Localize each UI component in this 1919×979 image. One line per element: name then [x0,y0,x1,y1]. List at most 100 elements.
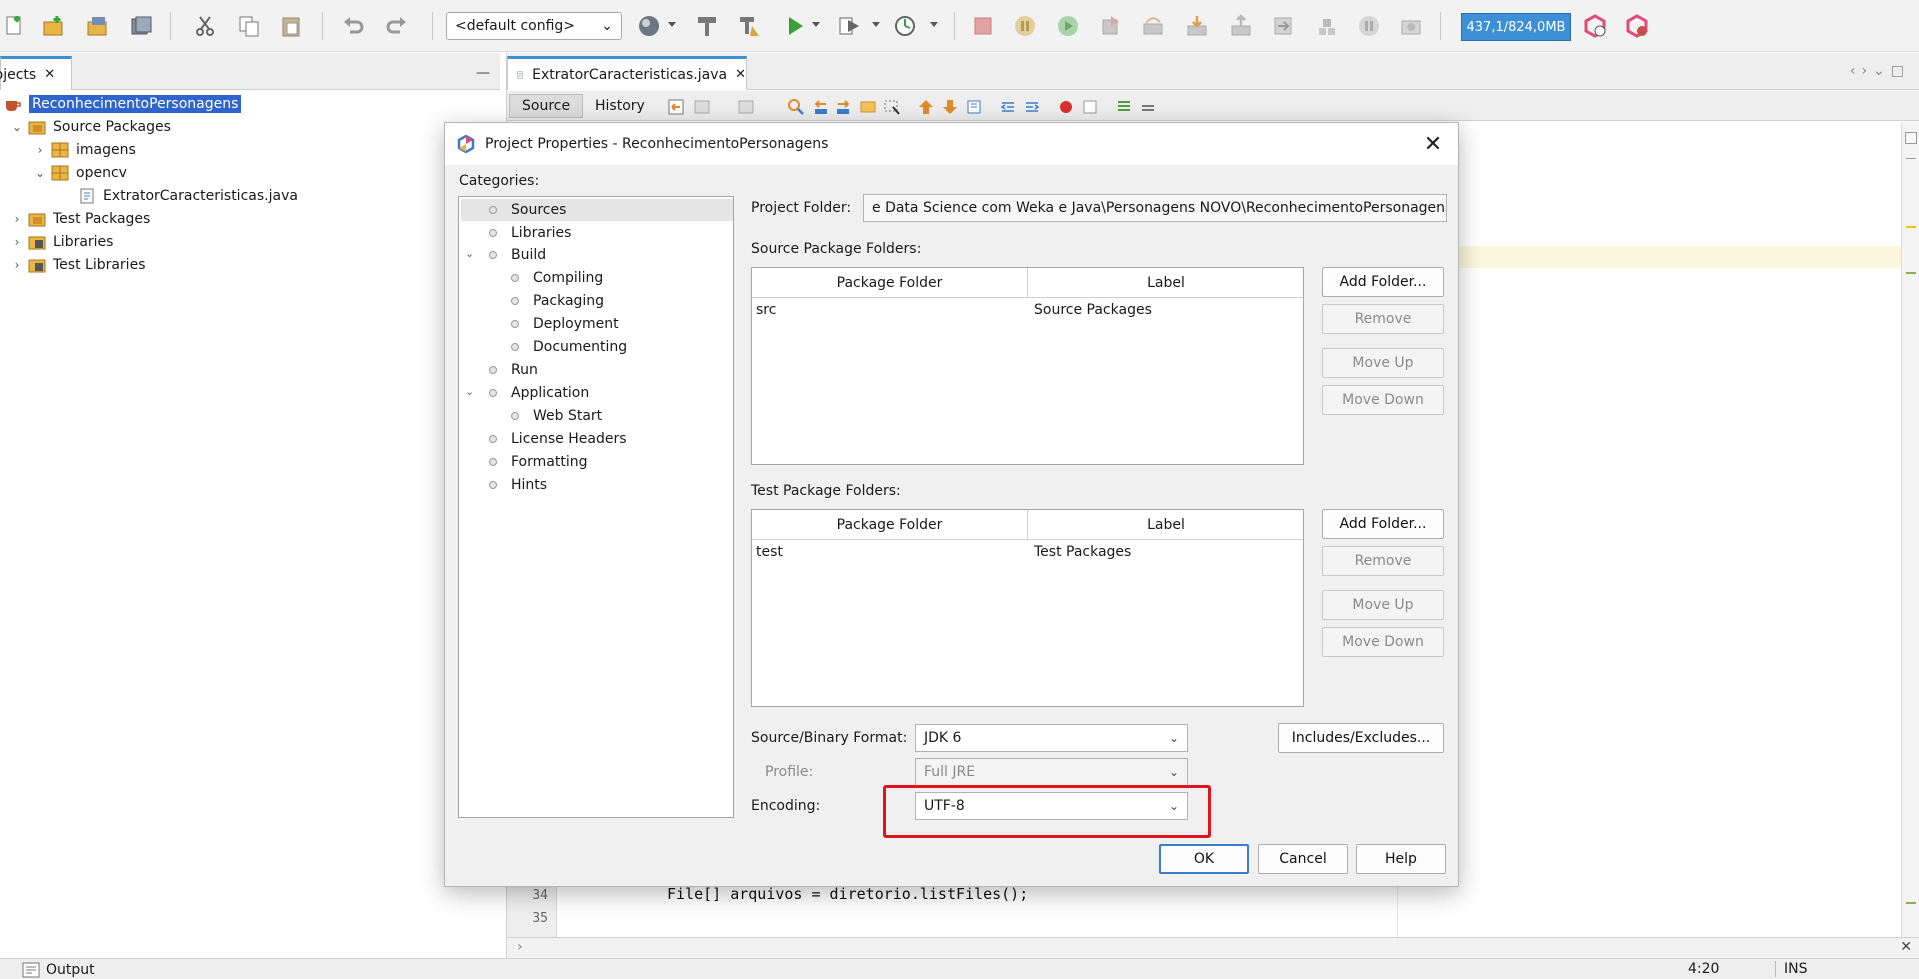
table-cell[interactable]: test [756,544,783,560]
forward-icon[interactable] [737,98,755,116]
category-run[interactable]: Run [489,359,538,381]
apply-changes-icon[interactable] [1314,13,1340,39]
step-out-icon[interactable] [1228,13,1254,39]
move-up-test-button[interactable]: Move Up [1322,590,1444,620]
clean-build-icon[interactable] [736,13,762,39]
save-all-icon[interactable] [128,13,154,39]
new-project-icon[interactable] [40,13,66,39]
profiler-settings-icon[interactable] [1624,13,1650,39]
step-icon[interactable] [1098,13,1124,39]
chevron-down-icon[interactable]: ⌄ [33,166,47,180]
memory-indicator[interactable]: 437,1/824,0MB [1461,13,1571,41]
record-macro-icon[interactable] [1057,98,1075,116]
table-cell[interactable]: Source Packages [1034,302,1152,318]
tab-history[interactable]: History [583,94,657,118]
category-documenting[interactable]: Documenting [511,336,627,358]
chevron-right-icon[interactable]: › [10,212,24,226]
build-icon[interactable] [694,13,720,39]
move-down-test-button[interactable]: Move Down [1322,627,1444,657]
chevron-right-icon[interactable]: › [517,939,523,955]
previous-bookmark-icon[interactable] [917,98,935,116]
minimize-icon[interactable]: — [476,65,490,81]
editor-nav-controls[interactable]: ‹›⌄□ [1850,63,1910,79]
cut-icon[interactable] [192,13,218,39]
step-into-icon[interactable] [1184,13,1210,39]
column-header-label[interactable]: Label [1028,510,1304,540]
category-formatting[interactable]: Formatting [489,451,587,473]
globe-icon[interactable] [636,13,662,39]
shift-left-icon[interactable] [999,98,1017,116]
category-packaging[interactable]: Packaging [511,290,604,312]
chevron-down-icon[interactable] [812,22,820,27]
remove-test-folder-button[interactable]: Remove [1322,546,1444,576]
run-icon[interactable] [782,13,808,39]
table-cell[interactable]: src [756,302,776,318]
gc-icon[interactable] [1398,13,1424,39]
source-folders-table[interactable]: Package Folder Label src Source Packages [751,267,1304,465]
chevron-right-icon[interactable]: › [10,258,24,272]
category-compiling[interactable]: Compiling [511,267,603,289]
tree-item-libraries[interactable]: › Libraries [10,231,114,253]
comment-icon[interactable] [1115,98,1133,116]
tree-item-java-file[interactable]: ExtratorCaracteristicas.java [78,185,298,207]
snapshot-icon[interactable] [1356,13,1382,39]
close-icon[interactable]: ✕ [44,67,55,82]
uncomment-icon[interactable] [1139,98,1157,116]
tree-item-project[interactable]: ReconhecimentoPersonagens [4,93,242,115]
tree-item-test-packages[interactable]: › Test Packages [10,208,151,230]
category-license-headers[interactable]: License Headers [489,428,627,450]
next-bookmark-icon[interactable] [941,98,959,116]
add-source-folder-button[interactable]: Add Folder... [1322,267,1444,297]
debug-icon[interactable] [836,13,862,39]
add-test-folder-button[interactable]: Add Folder... [1322,509,1444,539]
redo-icon[interactable] [384,13,410,39]
tree-item-package-opencv[interactable]: ⌄ opencv [33,162,127,184]
back-icon[interactable] [693,98,711,116]
profiler-icon[interactable] [1582,13,1608,39]
chevron-down-icon[interactable] [872,22,880,27]
close-icon[interactable]: ✕ [1420,131,1446,157]
category-sources[interactable]: Sources [489,199,566,221]
tab-projects[interactable]: Projects ✕ [0,56,72,90]
find-icon[interactable] [787,98,805,116]
stop-macro-icon[interactable] [1081,98,1099,116]
chevron-down-icon[interactable] [930,22,938,27]
category-libraries[interactable]: Libraries [489,222,571,244]
remove-source-folder-button[interactable]: Remove [1322,304,1444,334]
categories-tree[interactable]: Sources Libraries ⌄ Build Compiling Pack… [458,196,734,818]
project-folder-field[interactable]: e Data Science com Weka e Java\Personage… [863,194,1447,222]
category-build[interactable]: Build [489,244,546,266]
includes-excludes-button[interactable]: Includes/Excludes... [1278,723,1444,753]
tab-output[interactable]: Output [22,959,95,979]
ok-button[interactable]: OK [1159,844,1249,874]
pause-icon[interactable] [1012,13,1038,39]
column-header-label[interactable]: Label [1028,268,1304,298]
chevron-right-icon[interactable]: › [33,143,47,157]
open-project-icon[interactable] [84,13,110,39]
tree-item-package-imagens[interactable]: › imagens [33,139,136,161]
close-icon[interactable]: ✕ [1900,939,1912,955]
table-cell[interactable]: Test Packages [1034,544,1131,560]
source-binary-format-select[interactable]: JDK 6 ⌄ [915,724,1188,752]
chevron-down-icon[interactable]: ⌄ [10,120,24,134]
tab-editor-file[interactable]: ExtratorCaracteristicas.java ✕ [507,56,747,90]
category-web-start[interactable]: Web Start [511,405,602,427]
profile-icon[interactable] [892,13,918,39]
error-stripe[interactable] [1901,122,1919,937]
continue-icon[interactable] [1055,13,1081,39]
copy-icon[interactable] [236,13,262,39]
category-application[interactable]: Application [489,382,589,404]
profile-select[interactable]: Full JRE ⌄ [915,758,1188,786]
move-down-source-button[interactable]: Move Down [1322,385,1444,415]
find-next-icon[interactable] [835,98,853,116]
undo-icon[interactable] [340,13,366,39]
chevron-right-icon[interactable]: › [10,235,24,249]
chevron-down-icon[interactable]: ⌄ [465,385,474,398]
column-header-package-folder[interactable]: Package Folder [752,510,1028,540]
tab-source[interactable]: Source [509,94,584,118]
help-button[interactable]: Help [1356,844,1446,874]
close-icon[interactable]: ✕ [735,67,746,82]
toggle-highlight-icon[interactable] [883,98,901,116]
step-over-icon[interactable] [1140,13,1166,39]
cancel-button[interactable]: Cancel [1258,844,1348,874]
